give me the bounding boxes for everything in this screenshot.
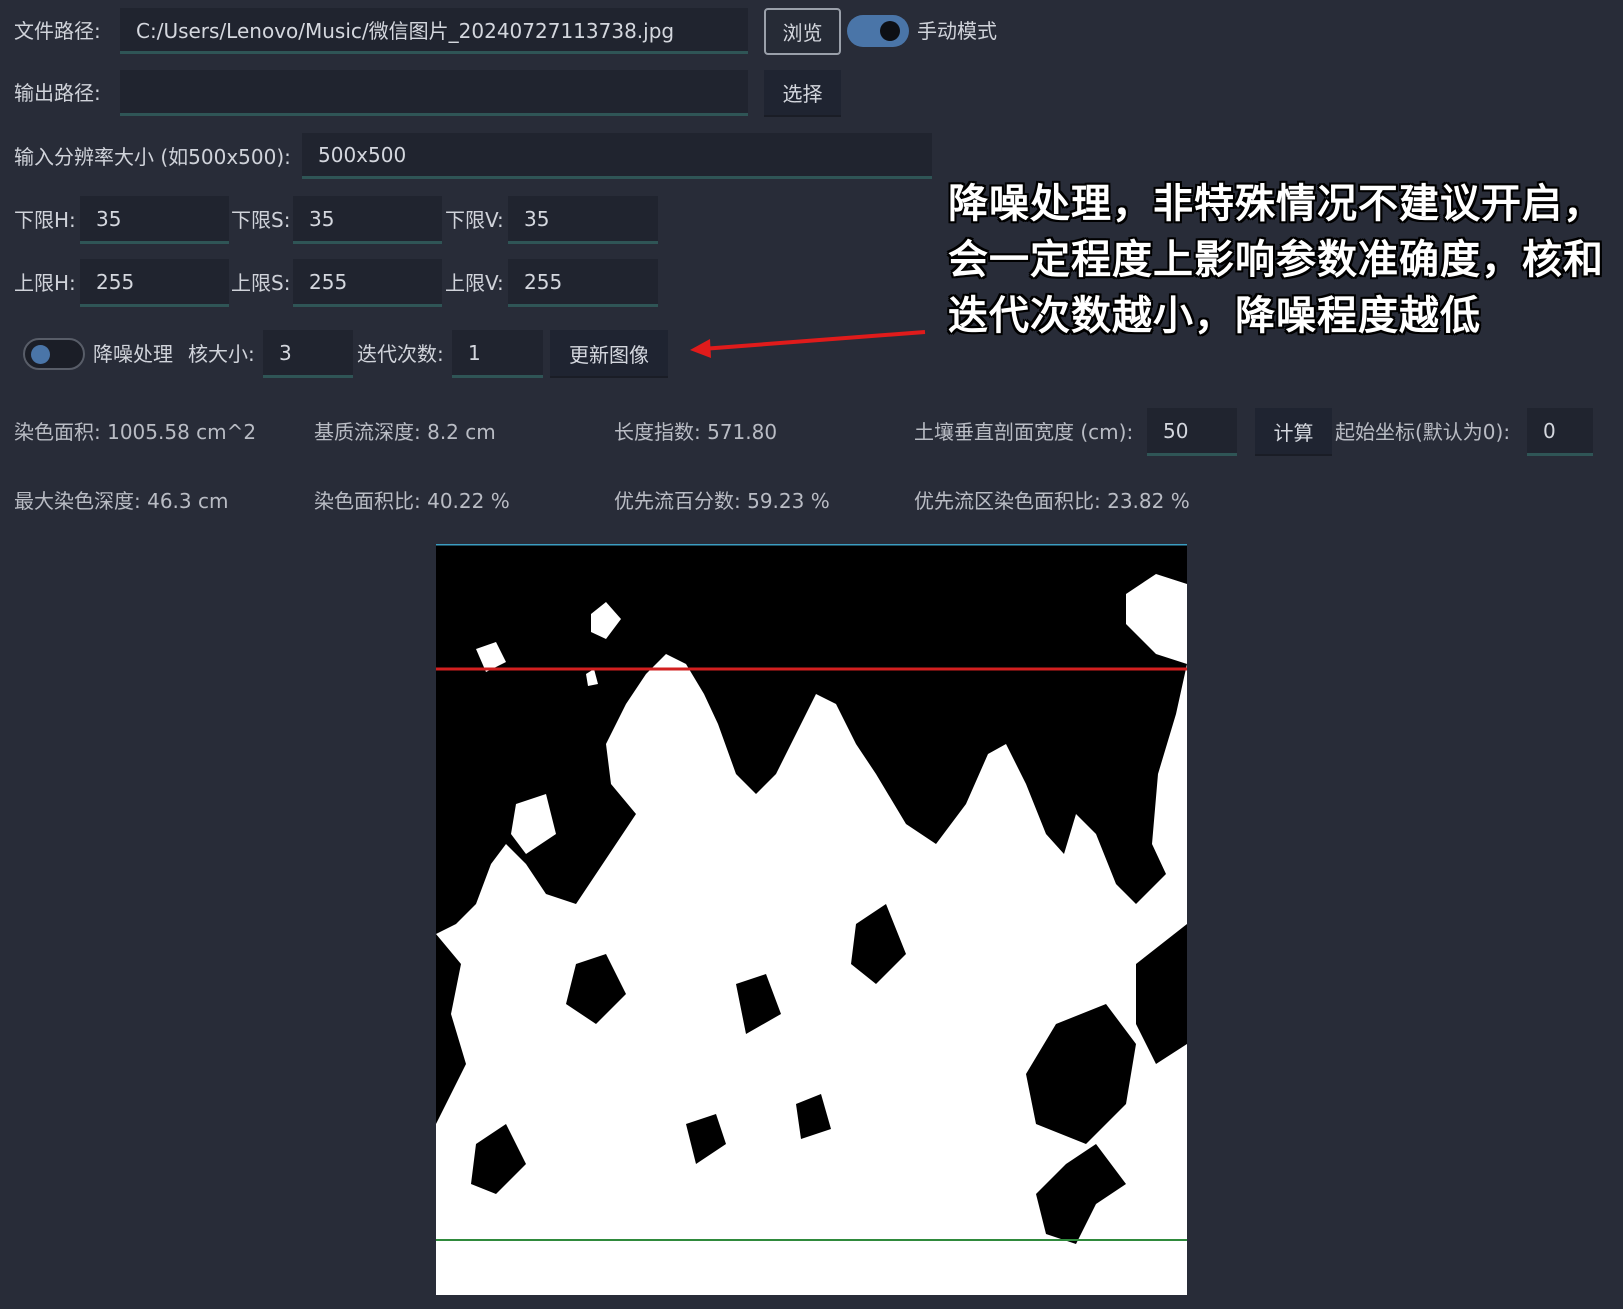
profile-width-input[interactable]	[1147, 408, 1237, 456]
select-button[interactable]: 选择	[764, 70, 841, 117]
preferential-flow-percent-stat: 优先流百分数: 59.23 %	[614, 489, 830, 513]
browse-button[interactable]: 浏览	[764, 8, 841, 55]
upper-v-input[interactable]	[508, 259, 658, 307]
output-path-label: 输出路径:	[14, 81, 101, 105]
output-path-input[interactable]	[120, 70, 748, 116]
stain-area-stat: 染色面积: 1005.58 cm^2	[14, 420, 257, 444]
origin-input[interactable]	[1527, 408, 1593, 456]
denoise-label: 降噪处理	[93, 342, 173, 366]
iterations-label: 迭代次数:	[357, 342, 444, 366]
upper-s-label: 上限S:	[231, 271, 291, 295]
file-path-input[interactable]	[120, 8, 748, 54]
lower-s-input[interactable]	[293, 196, 442, 244]
length-index-stat: 长度指数: 571.80	[614, 420, 778, 444]
upper-s-input[interactable]	[293, 259, 442, 307]
matrix-depth-stat: 基质流深度: 8.2 cm	[314, 420, 496, 444]
iterations-input[interactable]	[452, 330, 543, 378]
update-image-button[interactable]: 更新图像	[550, 330, 668, 378]
manual-mode-toggle[interactable]	[847, 15, 909, 47]
manual-mode-label: 手动模式	[917, 19, 997, 43]
profile-width-label: 土壤垂直剖面宽度 (cm):	[914, 420, 1134, 444]
resolution-input[interactable]	[302, 133, 932, 179]
toggle-knob	[31, 345, 50, 364]
lower-v-input[interactable]	[508, 196, 658, 244]
lower-h-label: 下限H:	[14, 208, 76, 232]
origin-label: 起始坐标(默认为0):	[1335, 420, 1511, 444]
denoise-annotation: 降噪处理，非特殊情况不建议开启，会一定程度上影响参数准确度，核和迭代次数越小，降…	[948, 181, 1604, 339]
denoise-toggle[interactable]	[23, 338, 85, 370]
stain-binary-image	[436, 544, 1187, 1295]
compute-button[interactable]: 计算	[1255, 408, 1332, 456]
upper-v-label: 上限V:	[445, 271, 504, 295]
annotation-arrow	[690, 330, 926, 358]
lower-s-label: 下限S:	[231, 208, 291, 232]
kernel-size-label: 核大小:	[188, 342, 255, 366]
arrow-head	[690, 339, 711, 358]
lower-h-input[interactable]	[80, 196, 229, 244]
lower-v-label: 下限V:	[445, 208, 504, 232]
toggle-knob	[880, 21, 900, 41]
resolution-label: 输入分辨率大小 (如500x500):	[14, 145, 291, 169]
kernel-size-input[interactable]	[263, 330, 353, 378]
file-path-label: 文件路径:	[14, 19, 101, 43]
stain-ratio-stat: 染色面积比: 40.22 %	[314, 489, 510, 513]
upper-h-label: 上限H:	[14, 271, 76, 295]
preferential-area-ratio-stat: 优先流区染色面积比: 23.82 %	[914, 489, 1190, 513]
arrow-shaft	[701, 330, 926, 351]
max-depth-stat: 最大染色深度: 46.3 cm	[14, 489, 229, 513]
upper-h-input[interactable]	[80, 259, 229, 307]
